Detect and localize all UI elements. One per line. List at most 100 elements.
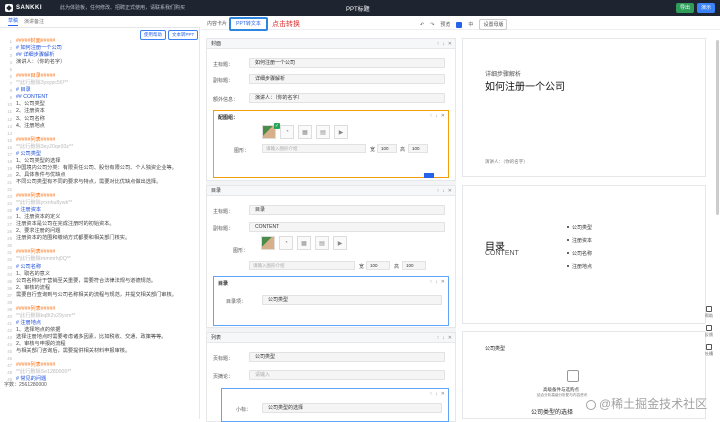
editor-line[interactable]: 35 公司名称对于营销至关重要，需要符合法律法规与道德规范。 [0,278,199,285]
editor-line[interactable]: 1 #####封面##### [0,38,199,45]
move-up-icon[interactable]: ↑ [430,391,433,397]
move-down-icon[interactable]: ↓ [442,39,445,49]
height-input[interactable]: 100 [408,144,428,153]
subtitle-input[interactable]: CONTENT [249,222,445,232]
move-down-icon[interactable]: ↓ [435,113,438,119]
help-tool[interactable]: 帮助 [705,306,713,319]
editor-line[interactable]: 41 # 注册地点 [0,320,199,327]
image-thumbnail[interactable] [261,236,275,250]
size-label[interactable]: 中 [468,21,473,28]
move-down-icon[interactable]: ↓ [435,391,438,397]
complaint-tool[interactable]: 吐槽 [705,344,713,357]
card-header: 目录 ↑ ↓ ✕ [207,186,455,196]
video-icon[interactable]: ▶ [334,125,348,139]
close-icon[interactable]: ✕ [441,391,445,397]
line-number: 25 [7,208,12,214]
editor-line[interactable]: 22 [0,186,199,193]
page-summary-input[interactable]: 请输入 [249,370,445,380]
slide-cover[interactable]: 详细步骤解析 如何注册一个公司 演讲人：（你的名字） [462,38,706,177]
editor-line[interactable]: 33 # 公司名称 [0,264,199,271]
preview-scrollbar[interactable] [716,40,719,215]
editor-line[interactable]: 14 [0,130,199,137]
undo-icon[interactable]: ↶ [420,22,424,28]
ppt-to-text-button[interactable]: PPT转文本 [229,17,268,31]
export-button[interactable]: 导出 [675,3,694,13]
extra-info-input[interactable]: 演讲人：（你的名字） [249,93,445,103]
editor-line[interactable]: 4 演讲人：（你的名字） [0,59,199,66]
play-button[interactable]: 演示 [696,3,715,13]
editor-line[interactable]: 38 [0,299,199,306]
editor-line[interactable]: 12 3、公司名称 [0,116,199,123]
editor-line[interactable]: 21 不同公司类型有不同的要求与特点，需要对比优缺点做出选择。 [0,179,199,186]
move-down-icon[interactable]: ↓ [442,186,445,196]
chart-icon[interactable]: ◔ [279,236,293,250]
table-icon[interactable]: ▦ [297,236,311,250]
page-title-input[interactable]: 公司类型 [249,352,445,362]
markdown-editor[interactable]: 使用帮助 文本转PPT 1 #####封面##### 2 # 如何注册一个公司 3 ## … [0,28,200,419]
main-title-input[interactable]: 目录 [249,205,445,215]
shape-description-input[interactable]: 请输入图形介绍 [262,144,366,153]
slide-toc[interactable]: 目录 CONTENT 公司类型 注册资本 公司名称 注册地点 [462,185,706,324]
main-title-input[interactable]: 如何注册一个公司 [249,58,445,68]
editor-line[interactable]: 45 与相关部门咨询后，需要提供相关材料申报审核。 [0,348,199,355]
move-up-icon[interactable]: ↑ [430,279,433,285]
delete-icon[interactable]: ✕ [448,186,452,196]
editor-line[interactable]: 8 # 目录 [0,87,199,94]
editor-line[interactable]: 34 1、取名的意义 [0,271,199,278]
move-up-icon[interactable]: ↑ [437,333,440,343]
line-text: **此行删除Se1280000** [16,369,72,376]
editor-line[interactable]: 18 1、公司类型的选择 [0,158,199,165]
document-title[interactable]: PPT标题 [346,4,370,13]
table-icon[interactable]: ▦ [298,125,312,139]
chart-icon[interactable]: ◔ [280,125,294,139]
editor-line[interactable]: 16 **此行删除3ey20qe93z** [0,144,199,151]
confirm-button[interactable] [424,173,434,178]
tab-notes[interactable]: 演讲备注 [24,18,44,25]
delete-icon[interactable]: ✕ [448,333,452,343]
list-card: 列表 ↑ ↓ ✕ 页标题： 公司类型 页摘论： 请输入 ↑ ↓ ✕ 小标： 公司类型的选… [206,332,456,422]
editor-line[interactable]: 13 4、注册地点 [0,123,199,130]
master-settings-button[interactable]: 设置母版 [479,19,508,30]
feedback-tool[interactable]: 反馈 [705,325,713,338]
close-icon[interactable]: ✕ [441,279,445,285]
move-down-icon[interactable]: ↓ [442,333,445,343]
editor-line[interactable]: 17 # 公司类型 [0,151,199,158]
redo-icon[interactable]: ↷ [430,22,434,28]
layout-icon[interactable]: ▤ [315,236,329,250]
selected-check-icon: ✓ [274,123,280,129]
editor-line[interactable]: 19 中国境内公司分类：有限责任公司、股份有限公司、个人独资企业等。 [0,165,199,172]
trial-notice: 此为体验板，任何修改、招聘正式使用，请联系我们购买 [60,5,186,11]
editor-line[interactable]: 42 1、选择地点的依据 [0,327,199,334]
height-input[interactable]: 100 [402,261,426,270]
layout-icon[interactable]: ▤ [316,125,330,139]
move-down-icon[interactable]: ↓ [435,279,438,285]
line-text: # 目录 [16,87,31,94]
small-title-input[interactable]: 公司类型的选择 [262,403,442,413]
editor-line[interactable]: 44 2、审核与申报的流程 [0,341,199,348]
move-up-icon[interactable]: ↑ [437,186,440,196]
editor-line[interactable]: 39 #####列表##### [0,306,199,313]
video-icon[interactable]: ▶ [333,236,347,250]
shape-description-input[interactable]: 请输入图形介绍 [249,261,355,270]
move-up-icon[interactable]: ↑ [437,39,440,49]
editor-line[interactable]: 36 2、审核的流程 [0,285,199,292]
line-number: 27 [7,222,12,228]
editor-line[interactable]: 20 2、具体条件与优缺点 [0,172,199,179]
editor-line[interactable]: 15 #####列表##### [0,137,199,144]
editor-line[interactable]: 37 需要自行查询到与公司名称相关的流程与规范，并提交相关部门审核。 [0,292,199,299]
tab-draft[interactable]: 草稿 [8,17,19,26]
width-input[interactable]: 100 [366,261,390,270]
theme-color-swatch[interactable] [456,21,463,28]
editor-line[interactable]: 11 2、注册资本 [0,108,199,115]
move-up-icon[interactable]: ↑ [430,113,433,119]
editor-line[interactable]: 29 注册资本的范围和缴纳方式都要和相关部门核实。 [0,235,199,242]
editor-line[interactable]: 40 **此行删除kq8t2v29ysm** [0,313,199,320]
line-text: #####封面##### [16,38,56,44]
delete-icon[interactable]: ✕ [448,39,452,49]
editor-line[interactable]: 32 **此行删除rnmmrhj0Q** [0,256,199,263]
subtitle-input[interactable]: 详细步骤解析 [249,74,445,84]
toc-item-input[interactable]: 公司类型 [262,295,442,305]
close-icon[interactable]: ✕ [441,113,445,119]
editor-line[interactable]: 43 选择注册地点时需要考虑诸多因素，比如税收、交通、政策等等。 [0,334,199,341]
width-input[interactable]: 100 [377,144,397,153]
